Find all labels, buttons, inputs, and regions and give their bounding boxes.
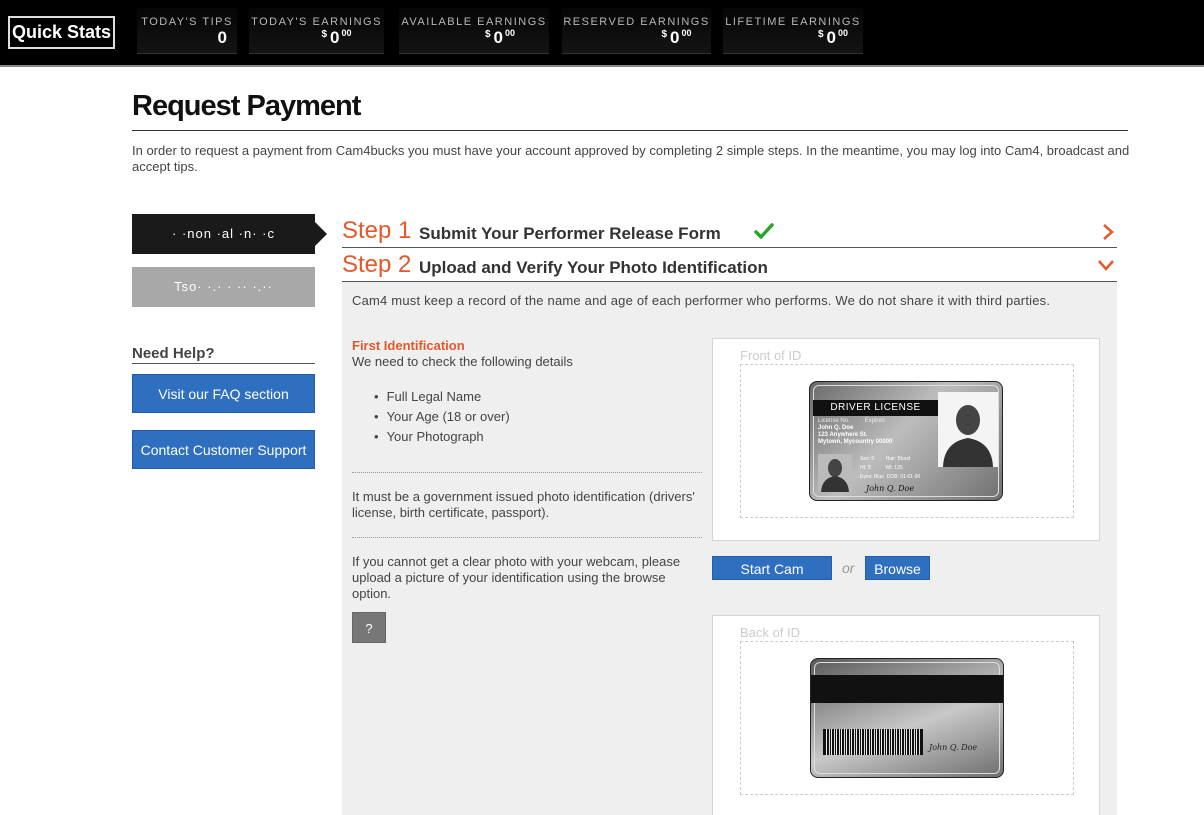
- sidebar-step-active[interactable]: · ·non ·al ·n· ·c: [132, 214, 327, 254]
- first-identification-heading: First Identification: [352, 338, 465, 353]
- cents: 00: [341, 28, 352, 38]
- license-name: John Q. Doe: [818, 425, 854, 431]
- cents: 00: [505, 28, 516, 38]
- step-number: Step 2: [342, 251, 412, 278]
- license-signature: John Q. Doe: [866, 484, 915, 493]
- webcam-help-text: If you cannot get a clear photo with you…: [352, 554, 681, 601]
- person-thumbnail-icon: [818, 454, 852, 492]
- dollars: 0: [493, 28, 503, 47]
- license-details: License No. Expires John Q. Doe 123 Anyw…: [818, 418, 892, 446]
- contact-support-button[interactable]: Contact Customer Support: [132, 430, 315, 469]
- title-divider: [132, 130, 1128, 131]
- details-list: Full Legal Name Your Age (18 or over) Yo…: [374, 387, 510, 447]
- back-id-upload-box[interactable]: Back of ID John Q. Doe: [712, 615, 1100, 815]
- magnetic-strip: [811, 675, 1003, 703]
- chevron-down-icon[interactable]: [1097, 258, 1115, 272]
- panel-intro: Cam4 must keep a record of the name and …: [352, 293, 1051, 308]
- currency-symbol: $: [817, 29, 824, 40]
- stat-value: $0 00: [399, 28, 549, 48]
- government-id-text: It must be a government issued photo ide…: [352, 489, 695, 520]
- sample-driver-license-back: John Q. Doe: [810, 658, 1004, 778]
- dollars: 0: [670, 28, 680, 47]
- step-2-panel: Cam4 must keep a record of the name and …: [342, 282, 1117, 815]
- license-no-label: License No.: [818, 418, 850, 424]
- license-address-1: 123 Anywhere St.: [818, 432, 868, 438]
- stat-label: RESERVED EARNINGS: [563, 16, 710, 28]
- expires-label: Expires: [864, 418, 885, 424]
- check-icon: [754, 223, 774, 239]
- back-id-dropzone[interactable]: John Q. Doe: [740, 641, 1074, 795]
- height-field: Ht: 5': [860, 465, 872, 471]
- browse-button[interactable]: Browse: [865, 556, 930, 580]
- chevron-right-icon[interactable]: [1101, 223, 1115, 241]
- person-silhouette-icon: [938, 392, 998, 467]
- stat-label: TODAY'S EARNINGS: [251, 16, 382, 28]
- stat-value: $0 00: [249, 28, 384, 48]
- quick-stats-bar: Quick Stats TODAY'S TIPS 0 TODAY'S EARNI…: [0, 0, 1204, 67]
- license-address-2: Mytown, Mycountry 00000: [818, 439, 893, 445]
- front-id-upload-box[interactable]: Front of ID DRIVER LICENSE License No. E…: [712, 338, 1100, 541]
- license-fields: Sex: F Hair: Blond Ht: 5' Wt: 125 Eyes: …: [860, 455, 920, 482]
- list-item: Your Photograph: [374, 427, 510, 447]
- or-separator: or: [842, 560, 855, 576]
- stat-label: TODAY'S TIPS: [141, 16, 233, 28]
- currency-symbol: $: [661, 29, 668, 40]
- weight-field: Wt: 125: [885, 465, 903, 471]
- stat-todays-tips: TODAY'S TIPS 0: [137, 8, 237, 54]
- page-intro: In order to request a payment from Cam4b…: [132, 143, 1130, 174]
- stat-label: LIFETIME EARNINGS: [725, 16, 861, 28]
- step-title: Upload and Verify Your Photo Identificat…: [419, 258, 768, 277]
- stat-lifetime-earnings: LIFETIME EARNINGS $0 00: [723, 8, 863, 54]
- eyes-field: Eyes: Blue: [860, 474, 884, 480]
- page-title: Request Payment: [132, 90, 361, 122]
- dollars: 0: [826, 28, 836, 47]
- stat-value: $0 00: [562, 28, 711, 48]
- step-title: Submit Your Performer Release Form: [419, 224, 721, 243]
- stat-value: 0: [217, 28, 227, 47]
- sample-driver-license-front: DRIVER LICENSE License No. Expires John …: [809, 381, 1003, 501]
- stat-value: $0 00: [723, 28, 863, 48]
- dollars: 0: [330, 28, 340, 47]
- dob-field: DOB: 01-01-90: [886, 474, 921, 480]
- stat-todays-earnings: TODAY'S EARNINGS $0 00: [249, 8, 384, 54]
- help-button[interactable]: ?: [352, 612, 386, 643]
- back-id-label: Back of ID: [740, 625, 800, 640]
- step-1-header[interactable]: Step 1 Submit Your Performer Release For…: [342, 214, 1117, 248]
- list-item: Full Legal Name: [374, 387, 510, 407]
- currency-symbol: $: [484, 29, 491, 40]
- cents: 00: [838, 28, 849, 38]
- currency-symbol: $: [321, 29, 328, 40]
- step-number: Step 1: [342, 217, 412, 244]
- front-id-dropzone[interactable]: DRIVER LICENSE License No. Expires John …: [740, 364, 1074, 518]
- stat-reserved-earnings: RESERVED EARNINGS $0 00: [562, 8, 711, 54]
- list-item: Your Age (18 or over): [374, 407, 510, 427]
- stat-available-earnings: AVAILABLE EARNINGS $0 00: [399, 8, 549, 54]
- license-back-signature: John Q. Doe: [929, 743, 978, 752]
- need-help-heading: Need Help?: [132, 345, 315, 364]
- cents: 00: [681, 28, 692, 38]
- divider: [352, 537, 702, 538]
- start-cam-button[interactable]: Start Cam: [712, 556, 832, 580]
- divider: [352, 472, 702, 473]
- faq-button[interactable]: Visit our FAQ section: [132, 374, 315, 413]
- license-heading: DRIVER LICENSE: [813, 400, 938, 416]
- sex-field: Sex: F: [860, 456, 875, 462]
- barcode-icon: [823, 729, 923, 755]
- quick-stats-label[interactable]: Quick Stats: [8, 16, 115, 49]
- sidebar-step-inactive[interactable]: Tso· ·.· · ·· ·.··: [132, 267, 315, 307]
- check-details-text: We need to check the following details: [352, 354, 573, 369]
- hair-field: Hair: Blond: [885, 456, 911, 462]
- stat-label: AVAILABLE EARNINGS: [401, 16, 547, 28]
- front-id-label: Front of ID: [740, 348, 802, 363]
- step-2-header[interactable]: Step 2 Upload and Verify Your Photo Iden…: [342, 248, 1117, 282]
